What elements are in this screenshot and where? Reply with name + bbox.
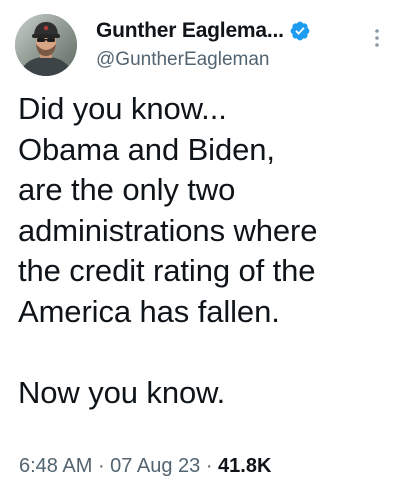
meta-separator: · [200,455,219,477]
avatar[interactable] [15,14,77,76]
display-name[interactable]: Gunther Eaglema... [96,19,284,43]
view-count[interactable]: 41.8K [218,455,271,477]
tweet-time[interactable]: 6:48 AM [19,455,92,477]
tweet-card: Gunther Eaglema... @GuntherEagleman Did … [0,0,403,500]
name-row: Gunther Eaglema... [96,17,356,45]
avatar-image [15,14,77,76]
meta-separator: · [92,455,111,477]
more-options-icon[interactable] [371,26,383,50]
tweet-date[interactable]: 07 Aug 23 [110,455,200,477]
tweet-text: Did you know... Obama and Biden, are the… [18,91,318,410]
tweet-meta: 6:48 AM · 07 Aug 23 · 41.8K [19,455,271,478]
handle[interactable]: @GuntherEagleman [96,49,356,71]
verified-badge-icon [289,20,311,42]
author-block: Gunther Eaglema... @GuntherEagleman [96,17,356,71]
